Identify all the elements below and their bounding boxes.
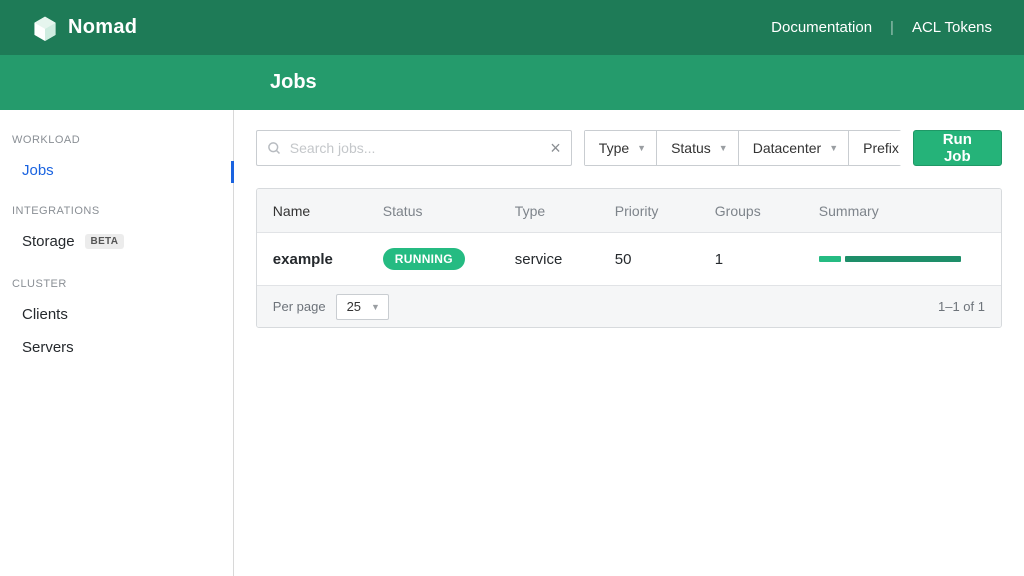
page-header: Jobs	[0, 55, 1024, 110]
summary-bar	[819, 256, 985, 262]
brand-name: Nomad	[68, 16, 137, 39]
cell-priority: 50	[599, 251, 699, 268]
sidebar-item-servers[interactable]: Servers	[0, 331, 233, 364]
search-box[interactable]: ×	[256, 130, 572, 166]
toolbar: × Type▼ Status▼ Datacenter▼ Prefix▼ Run …	[256, 130, 1002, 166]
link-separator: |	[890, 19, 894, 36]
nomad-logo-icon	[32, 15, 58, 41]
sidebar-item-clients[interactable]: Clients	[0, 298, 233, 331]
sidebar-item-label: Storage	[22, 233, 75, 250]
clear-search-icon[interactable]: ×	[550, 138, 561, 159]
sidebar-item-jobs[interactable]: Jobs	[0, 154, 233, 187]
filter-datacenter[interactable]: Datacenter▼	[739, 130, 849, 166]
th-priority[interactable]: Priority	[599, 203, 699, 219]
sidebar-group-workload: WORKLOAD	[0, 128, 233, 154]
caret-down-icon: ▼	[829, 143, 838, 153]
filter-status[interactable]: Status▼	[657, 130, 739, 166]
th-summary[interactable]: Summary	[803, 203, 1001, 219]
search-icon	[267, 141, 282, 156]
cell-type: service	[499, 251, 599, 268]
cell-status: RUNNING	[367, 248, 499, 270]
per-page-select[interactable]: 25 ▼	[336, 294, 389, 320]
run-job-button[interactable]: Run Job	[913, 130, 1002, 166]
main-content: × Type▼ Status▼ Datacenter▼ Prefix▼ Run …	[234, 110, 1024, 576]
jobs-table: Name Status Type Priority Groups Summary…	[256, 188, 1002, 328]
cell-name: example	[257, 251, 367, 268]
documentation-link[interactable]: Documentation	[771, 19, 872, 36]
pagination-range: 1–1 of 1	[938, 299, 985, 314]
top-links: Documentation | ACL Tokens	[771, 19, 992, 36]
table-header: Name Status Type Priority Groups Summary	[257, 189, 1001, 233]
caret-down-icon: ▼	[719, 143, 728, 153]
beta-badge: BETA	[85, 234, 125, 249]
status-badge: RUNNING	[383, 248, 465, 270]
summary-seg-running	[819, 256, 841, 262]
sidebar-item-storage[interactable]: Storage BETA	[0, 225, 233, 258]
table-row[interactable]: example RUNNING service 50 1	[257, 233, 1001, 285]
filter-type[interactable]: Type▼	[584, 130, 657, 166]
search-input[interactable]	[290, 140, 550, 156]
th-status[interactable]: Status	[367, 203, 499, 219]
page-title: Jobs	[270, 71, 317, 94]
caret-down-icon: ▼	[371, 302, 380, 312]
per-page-label: Per page	[273, 299, 326, 314]
caret-down-icon: ▼	[637, 143, 646, 153]
sidebar-item-label: Clients	[22, 306, 68, 323]
per-page-value: 25	[347, 299, 361, 314]
top-navbar: Nomad Documentation | ACL Tokens	[0, 0, 1024, 55]
filter-group: Type▼ Status▼ Datacenter▼ Prefix▼	[584, 130, 901, 166]
cell-groups: 1	[699, 251, 803, 268]
table-footer: Per page 25 ▼ 1–1 of 1	[257, 285, 1001, 327]
th-name[interactable]: Name	[257, 203, 367, 219]
sidebar-group-cluster: CLUSTER	[0, 272, 233, 298]
th-type[interactable]: Type	[499, 203, 599, 219]
active-indicator	[231, 161, 234, 183]
sidebar-item-label: Jobs	[22, 162, 54, 179]
summary-seg-complete	[845, 256, 961, 262]
filter-prefix[interactable]: Prefix▼	[849, 130, 900, 166]
sidebar-group-integrations: INTEGRATIONS	[0, 199, 233, 225]
th-groups[interactable]: Groups	[699, 203, 803, 219]
brand: Nomad	[32, 15, 137, 41]
cell-summary	[803, 256, 1001, 262]
sidebar: WORKLOAD Jobs INTEGRATIONS Storage BETA …	[0, 110, 234, 576]
sidebar-item-label: Servers	[22, 339, 74, 356]
acl-tokens-link[interactable]: ACL Tokens	[912, 19, 992, 36]
